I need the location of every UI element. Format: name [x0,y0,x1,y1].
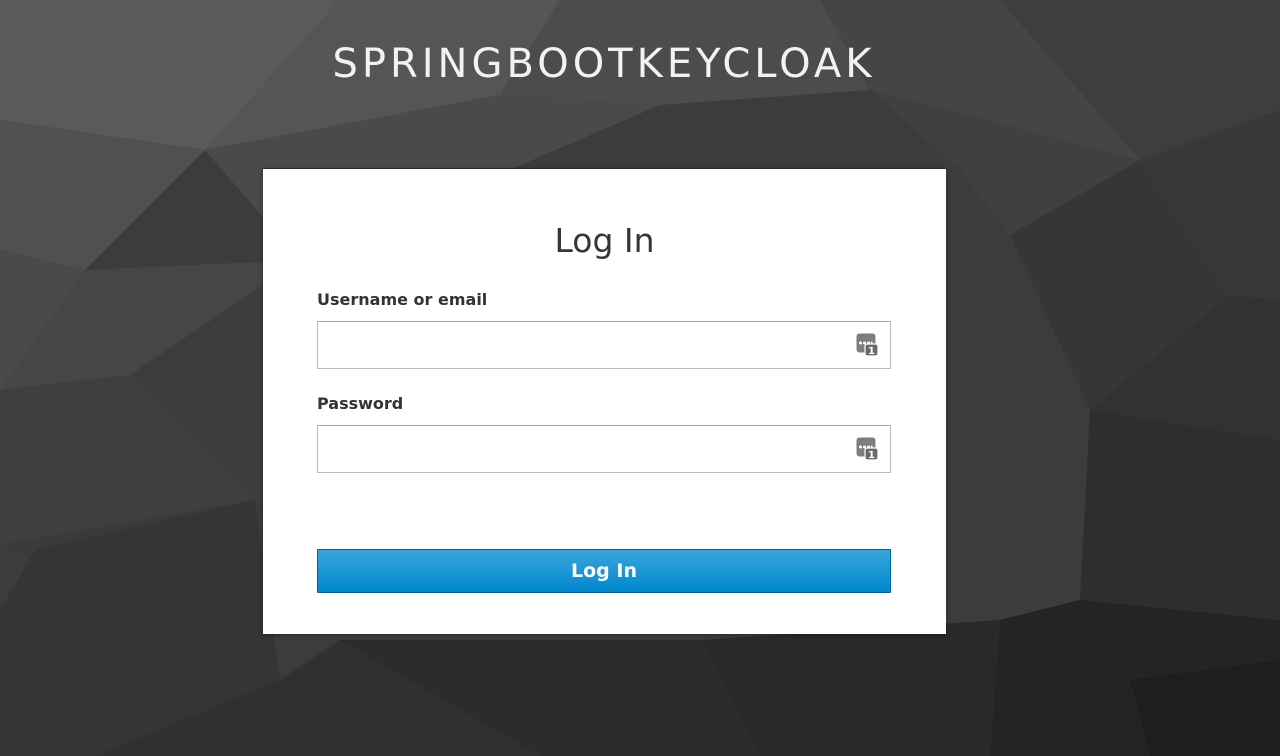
password-manager-icon[interactable]: 1 [856,437,879,461]
username-field-wrapper: 1 [317,321,891,369]
password-manager-icon[interactable]: 1 [856,333,879,357]
password-input[interactable] [317,425,891,473]
password-field-wrapper: 1 [317,425,891,473]
login-card: Log In Username or email 1 Password 1 Lo… [263,168,946,634]
login-button[interactable]: Log In [317,549,891,593]
realm-title: SPRINGBOOTKEYCLOAK [332,41,876,87]
page-title: Log In [554,221,655,260]
username-input[interactable] [317,321,891,369]
username-label: Username or email [317,290,488,309]
svg-text:1: 1 [868,450,875,461]
password-label: Password [317,394,404,413]
svg-text:1: 1 [868,346,875,357]
